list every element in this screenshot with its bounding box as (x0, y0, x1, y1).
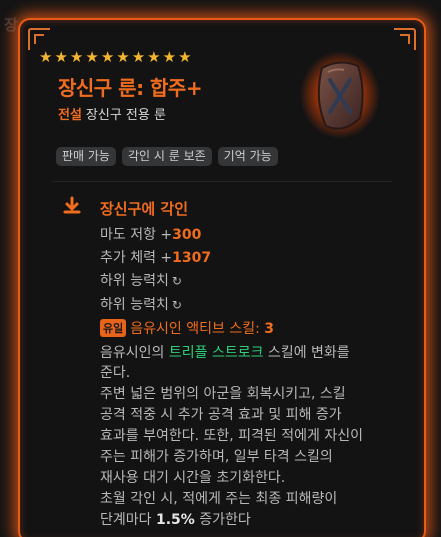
star-icon: ★ (54, 48, 68, 66)
tag-sellable: 판매 가능 (56, 147, 116, 166)
star-icon: ★ (85, 48, 99, 66)
skill-name: 트리플 스트로크 (168, 345, 264, 361)
star-icon: ★ (147, 48, 161, 66)
desc-line-4: 공격 적중 시 추가 공격 효과 및 피해 증가 (100, 407, 342, 423)
corner-ornament-left (28, 28, 50, 50)
desc-line-5: 효과를 부여한다. 또한, 피격된 적에게 자신이 (100, 428, 363, 444)
star-icon: ★ (69, 48, 84, 66)
tag-memorable: 기억 가능 (217, 147, 278, 166)
star-icon: ★ (162, 48, 177, 66)
item-name: 장신구 룬: 합주+ (58, 76, 203, 100)
background-text: 장 (4, 16, 18, 34)
desc-line-6: 주는 피해가 증가하며, 일부 타격 스킬의 (100, 449, 333, 465)
item-grade: 전설 (58, 108, 82, 123)
divider (52, 181, 392, 182)
desc-line-2: 준다. (100, 365, 131, 381)
desc-line-1: 음유시인의 트리플 스트로크 스킬에 변화를 (100, 345, 350, 361)
star-icon: ★ (131, 48, 146, 66)
corner-ornament-right (394, 28, 416, 50)
star-icon: ★ (178, 48, 192, 66)
star-icon: ★ (39, 48, 53, 66)
sub-stat-1: 하위 능력치 ↻ (100, 273, 182, 289)
item-tags: 판매 가능 각인 시 룬 보존 기억 가능 (56, 147, 278, 166)
unique-badge: 유일 (100, 319, 127, 337)
stat-magic-resist: 마도 저항 +300 (100, 227, 202, 243)
rune-stone-icon (300, 51, 380, 139)
unique-skill-line: 유일 음유시인 액티브 스킬: 3 (100, 318, 274, 338)
refresh-icon: ↻ (171, 298, 182, 312)
desc-line-8: 초월 각인 시, 적에게 주는 최종 피해량이 (100, 491, 338, 507)
sub-stat-2: 하위 능력치 ↻ (100, 297, 182, 313)
desc-line-7: 재사용 대기 시간을 초기화한다. (100, 470, 286, 486)
download-arrow-icon (63, 196, 81, 214)
star-rating: ★ ★ ★ ★ ★ ★ ★ ★ ★ ★ (39, 50, 192, 65)
refresh-icon: ↻ (171, 274, 182, 288)
star-icon: ★ (100, 48, 115, 66)
desc-line-9: 단계마다 1.5% 증가한다 (100, 512, 251, 528)
item-type: 장신구 전용 룬 (85, 108, 166, 123)
star-icon: ★ (116, 48, 130, 66)
engraving-title: 장신구에 각인 (100, 200, 189, 218)
item-subtitle: 전설 장신구 전용 룬 (58, 104, 166, 123)
desc-line-3: 주변 넓은 범위의 아군을 회복시키고, 스킬 (100, 386, 346, 402)
tag-rune-preserved: 각인 시 룬 보존 (121, 147, 212, 166)
stat-extra-hp: 추가 체력 +1307 (100, 250, 212, 266)
